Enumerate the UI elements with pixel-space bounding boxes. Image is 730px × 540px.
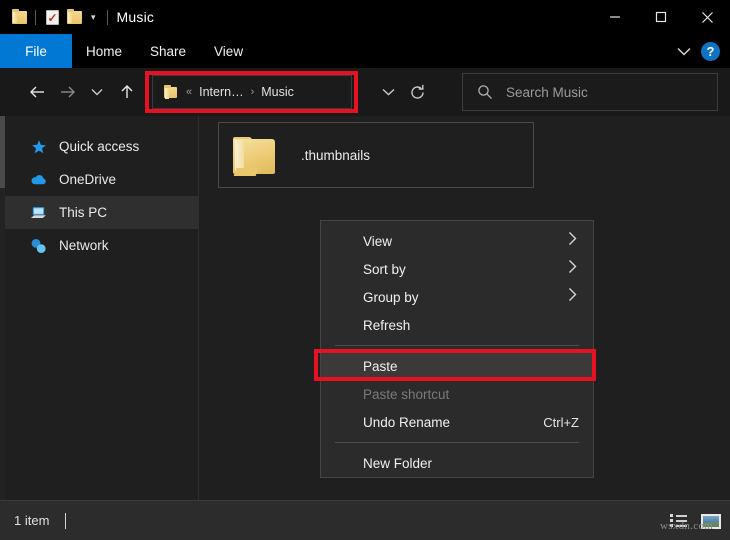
submenu-chevron-right-icon xyxy=(568,260,577,279)
menu-label-paste-shortcut: Paste shortcut xyxy=(363,387,449,402)
up-arrow-icon[interactable] xyxy=(112,77,142,107)
breadcrumb-internal[interactable]: Intern… xyxy=(199,85,243,99)
sidebar-item-quick-access[interactable]: Quick access xyxy=(0,130,198,163)
window-controls xyxy=(592,0,730,34)
menu-item-refresh[interactable]: Refresh xyxy=(321,311,593,339)
breadcrumb-separator-icon: › xyxy=(251,86,255,98)
list-item[interactable]: .thumbnails xyxy=(218,122,534,188)
tab-share[interactable]: Share xyxy=(136,34,200,68)
menu-separator-2 xyxy=(335,442,579,443)
ribbon-tab-bar: File Home Share View ? xyxy=(0,34,730,68)
customize-chevron-icon[interactable]: ▾ xyxy=(85,13,102,22)
submenu-chevron-right-icon xyxy=(568,288,577,307)
refresh-icon[interactable] xyxy=(402,75,432,109)
menu-item-paste[interactable]: Paste xyxy=(321,352,593,380)
address-bar[interactable]: « Intern… › Music xyxy=(152,75,352,109)
tab-home[interactable]: Home xyxy=(72,34,136,68)
sidebar-label-this-pc: This PC xyxy=(59,205,107,220)
sidebar-label-network: Network xyxy=(59,238,109,253)
recent-locations-chevron-icon[interactable] xyxy=(82,77,112,107)
back-arrow-icon[interactable] xyxy=(22,77,52,107)
toolbar-divider xyxy=(35,10,36,25)
address-folder-icon xyxy=(162,84,179,101)
menu-label-refresh: Refresh xyxy=(363,318,410,333)
title-bar: ▾ Music xyxy=(0,0,730,34)
menu-item-sort-by[interactable]: Sort by xyxy=(321,255,593,283)
status-item-count: 1 item xyxy=(14,513,49,528)
watermark: wsxdn.com xyxy=(660,520,713,532)
menu-label-new-folder: New Folder xyxy=(363,456,432,471)
menu-accel-undo-rename: Ctrl+Z xyxy=(543,415,579,430)
quick-access-toolbar: ▾ xyxy=(0,6,113,28)
help-icon[interactable]: ? xyxy=(701,42,720,61)
status-divider xyxy=(65,513,66,529)
sidebar-label-quick-access: Quick access xyxy=(59,139,139,154)
sidebar-scrollbar[interactable] xyxy=(0,116,5,500)
collapse-ribbon-chevron-icon[interactable] xyxy=(669,34,699,68)
properties-icon[interactable] xyxy=(41,6,63,28)
minimize-icon[interactable] xyxy=(592,0,638,34)
cloud-icon xyxy=(30,171,47,188)
star-icon xyxy=(30,138,47,155)
computer-icon xyxy=(30,204,47,221)
tab-file[interactable]: File xyxy=(0,34,72,68)
address-bar-wrapper: « Intern… › Music xyxy=(152,75,352,109)
folder-icon[interactable] xyxy=(8,6,30,28)
menu-label-paste: Paste xyxy=(363,359,398,374)
sidebar-label-onedrive: OneDrive xyxy=(59,172,116,187)
menu-separator-1 xyxy=(335,345,579,346)
status-bar: 1 item xyxy=(0,500,730,540)
menu-label-group-by: Group by xyxy=(363,290,419,305)
close-icon[interactable] xyxy=(684,0,730,34)
forward-arrow-icon[interactable] xyxy=(52,77,82,107)
sidebar-item-network[interactable]: Network xyxy=(0,229,198,262)
menu-label-view: View xyxy=(363,234,392,249)
list-item-label: .thumbnails xyxy=(301,148,370,163)
menu-item-new-folder[interactable]: New Folder xyxy=(321,449,593,477)
window-title: Music xyxy=(117,9,155,25)
tab-view[interactable]: View xyxy=(200,34,257,68)
folder-icon xyxy=(233,137,275,174)
menu-label-sort-by: Sort by xyxy=(363,262,406,277)
address-overflow-icon[interactable]: « xyxy=(186,86,192,98)
menu-item-paste-shortcut: Paste shortcut xyxy=(321,380,593,408)
sidebar-item-onedrive[interactable]: OneDrive xyxy=(0,163,198,196)
breadcrumb-music[interactable]: Music xyxy=(261,85,294,99)
menu-item-undo-rename[interactable]: Undo Rename Ctrl+Z xyxy=(321,408,593,436)
submenu-chevron-right-icon xyxy=(568,232,577,251)
file-explorer-window: ▾ Music File Home Share View ? xyxy=(0,0,730,540)
menu-label-undo-rename: Undo Rename xyxy=(363,415,450,430)
search-icon xyxy=(476,84,493,101)
maximize-icon[interactable] xyxy=(638,0,684,34)
navigation-pane: Quick access OneDrive This PC Network xyxy=(0,116,199,500)
sidebar-item-this-pc[interactable]: This PC xyxy=(0,196,198,229)
menu-item-group-by[interactable]: Group by xyxy=(321,283,593,311)
new-folder-icon[interactable] xyxy=(63,6,85,28)
context-menu: View Sort by Group by Refresh Paste Past… xyxy=(320,220,594,478)
sidebar-scrollbar-thumb[interactable] xyxy=(0,116,5,188)
toolbar-divider-2 xyxy=(107,10,108,25)
address-history-chevron-icon[interactable] xyxy=(374,75,402,109)
search-box[interactable]: Search Music xyxy=(462,73,718,111)
network-icon xyxy=(30,237,47,254)
ribbon-right-controls: ? xyxy=(669,34,726,68)
menu-item-view[interactable]: View xyxy=(321,227,593,255)
search-input[interactable]: Search Music xyxy=(506,85,588,100)
